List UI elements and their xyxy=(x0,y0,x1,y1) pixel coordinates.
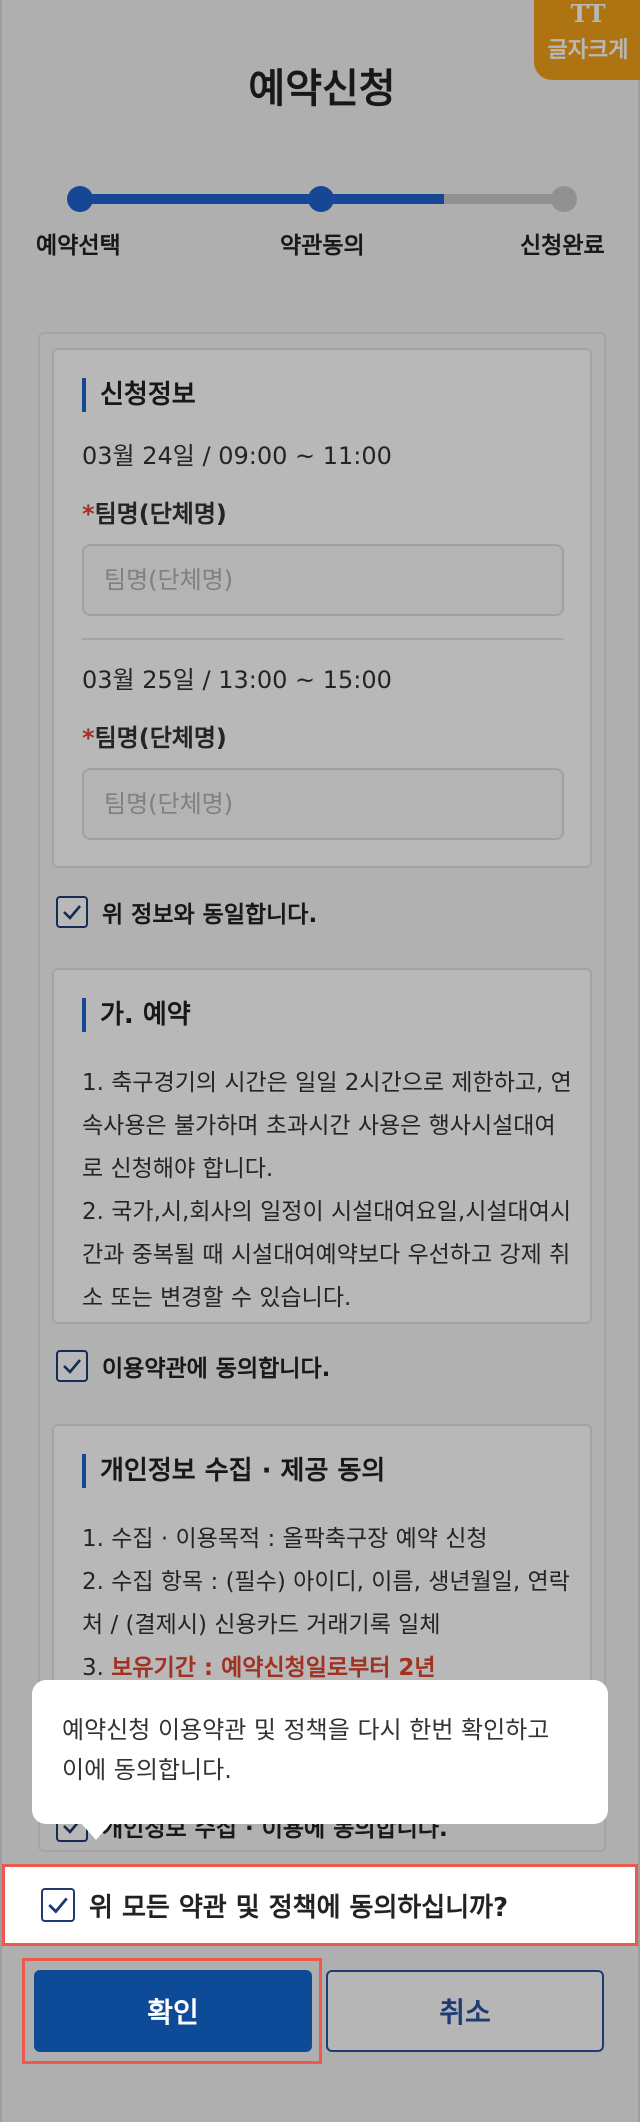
terms-line: 소 또는 변경할 수 있습니다. xyxy=(82,1285,352,1311)
retention-period: 보유기간 : 예약신청일로부터 2년 xyxy=(111,1655,436,1681)
checkbox-same-info[interactable] xyxy=(56,896,88,928)
privacy-line: 1. 수집 · 이용목적 : 올팍축구장 예약 신청 xyxy=(82,1526,488,1552)
agree-all-row[interactable]: 위 모든 약관 및 정책에 동의하십니까? xyxy=(2,1864,638,1946)
team-name-input-2[interactable] xyxy=(82,768,564,840)
tooltip-line-1: 예약신청 이용약관 및 정책을 다시 한번 확인하고 xyxy=(62,1716,550,1744)
tooltip-pointer xyxy=(80,1822,112,1840)
same-info-checkbox-row[interactable]: 위 정보와 동일합니다. xyxy=(56,894,317,930)
team-name-label-text: 팀명(단체명) xyxy=(94,500,227,528)
step-dot-1 xyxy=(67,186,93,212)
team-name-label-1: *팀명(단체명) xyxy=(82,494,227,529)
step-dot-2 xyxy=(308,186,334,212)
privacy-retention-line: 3. 보유기간 : 예약신청일로부터 2년 xyxy=(82,1647,572,1682)
application-info-card: 신청정보 03월 24일 / 09:00 ~ 11:00 *팀명(단체명) 03… xyxy=(52,348,592,868)
tooltip-line-2: 이에 동의합니다. xyxy=(62,1756,232,1784)
team-name-label-2: *팀명(단체명) xyxy=(82,718,227,753)
privacy-text: 1. 수집 · 이용목적 : 올팍축구장 예약 신청 2. 수집 항목 : (필… xyxy=(82,1518,572,1682)
slot-datetime-1: 03월 24일 / 09:00 ~ 11:00 xyxy=(82,442,392,470)
slot-divider xyxy=(82,638,564,640)
terms-line: 1. 축구경기의 시간은 일일 2시간으로 제한하고, 연 xyxy=(82,1070,572,1096)
section-title-terms: 가. 예약 xyxy=(82,998,191,1032)
font-size-button[interactable]: TT 글자크게 xyxy=(534,0,640,80)
required-mark: * xyxy=(82,500,95,528)
checkbox-agree-all[interactable] xyxy=(41,1888,75,1922)
retention-prefix: 3. xyxy=(82,1655,112,1681)
terms-checkbox-row[interactable]: 이용약관에 동의합니다. xyxy=(56,1348,330,1384)
terms-agree-label: 이용약관에 동의합니다. xyxy=(102,1356,331,1382)
terms-line: 속사용은 불가하며 초과시간 사용은 행사시설대여 xyxy=(82,1113,556,1139)
privacy-card[interactable]: 개인정보 수집 · 제공 동의 1. 수집 · 이용목적 : 올팍축구장 예약 … xyxy=(52,1424,592,1684)
confirm-button[interactable]: 확인 xyxy=(34,1970,312,2052)
terms-line: 간과 중복될 때 시설대여예약보다 우선하고 강제 취 xyxy=(82,1242,571,1268)
terms-line: 2. 국가,시,회사의 일정이 시설대여요일,시설대여시 xyxy=(82,1199,572,1225)
check-icon xyxy=(48,1897,68,1914)
terms-line: 로 신청해야 합니다. xyxy=(82,1156,274,1182)
terms-card[interactable]: 가. 예약 1. 축구경기의 시간은 일일 2시간으로 제한하고, 연 속사용은… xyxy=(52,968,592,1324)
team-name-input-1[interactable] xyxy=(82,544,564,616)
step-label-agree: 약관동의 xyxy=(280,233,365,259)
step-label-complete: 신청완료 xyxy=(520,233,605,259)
font-size-label: 글자크게 xyxy=(547,38,629,63)
text-size-icon: TT xyxy=(570,0,606,28)
section-title-privacy: 개인정보 수집 · 제공 동의 xyxy=(82,1454,385,1488)
step-label-select: 예약선택 xyxy=(36,233,121,259)
step-dot-3 xyxy=(551,186,577,212)
stepper-remaining-line xyxy=(444,194,564,204)
agree-all-label: 위 모든 약관 및 정책에 동의하십니까? xyxy=(89,1892,509,1923)
stepper-progress-line xyxy=(80,194,444,204)
progress-stepper: 예약선택 약관동의 신청완료 xyxy=(2,180,640,260)
same-info-label: 위 정보와 동일합니다. xyxy=(102,902,318,928)
check-icon xyxy=(63,1359,81,1374)
agreement-tooltip: 예약신청 이용약관 및 정책을 다시 한번 확인하고 이에 동의합니다. xyxy=(32,1680,608,1824)
required-mark: * xyxy=(82,724,95,752)
privacy-line: 처 / (결제시) 신용카드 거래기록 일체 xyxy=(82,1612,441,1638)
team-name-label-text: 팀명(단체명) xyxy=(94,724,227,752)
check-icon xyxy=(63,905,81,920)
cancel-button[interactable]: 취소 xyxy=(326,1970,604,2052)
privacy-line: 2. 수집 항목 : (필수) 아이디, 이름, 생년월일, 연락 xyxy=(82,1569,570,1595)
slot-datetime-2: 03월 25일 / 13:00 ~ 15:00 xyxy=(82,666,392,694)
section-title-info: 신청정보 xyxy=(82,378,196,412)
checkbox-terms[interactable] xyxy=(56,1350,88,1382)
terms-text: 1. 축구경기의 시간은 일일 2시간으로 제한하고, 연 속사용은 불가하며 … xyxy=(82,1062,572,1320)
